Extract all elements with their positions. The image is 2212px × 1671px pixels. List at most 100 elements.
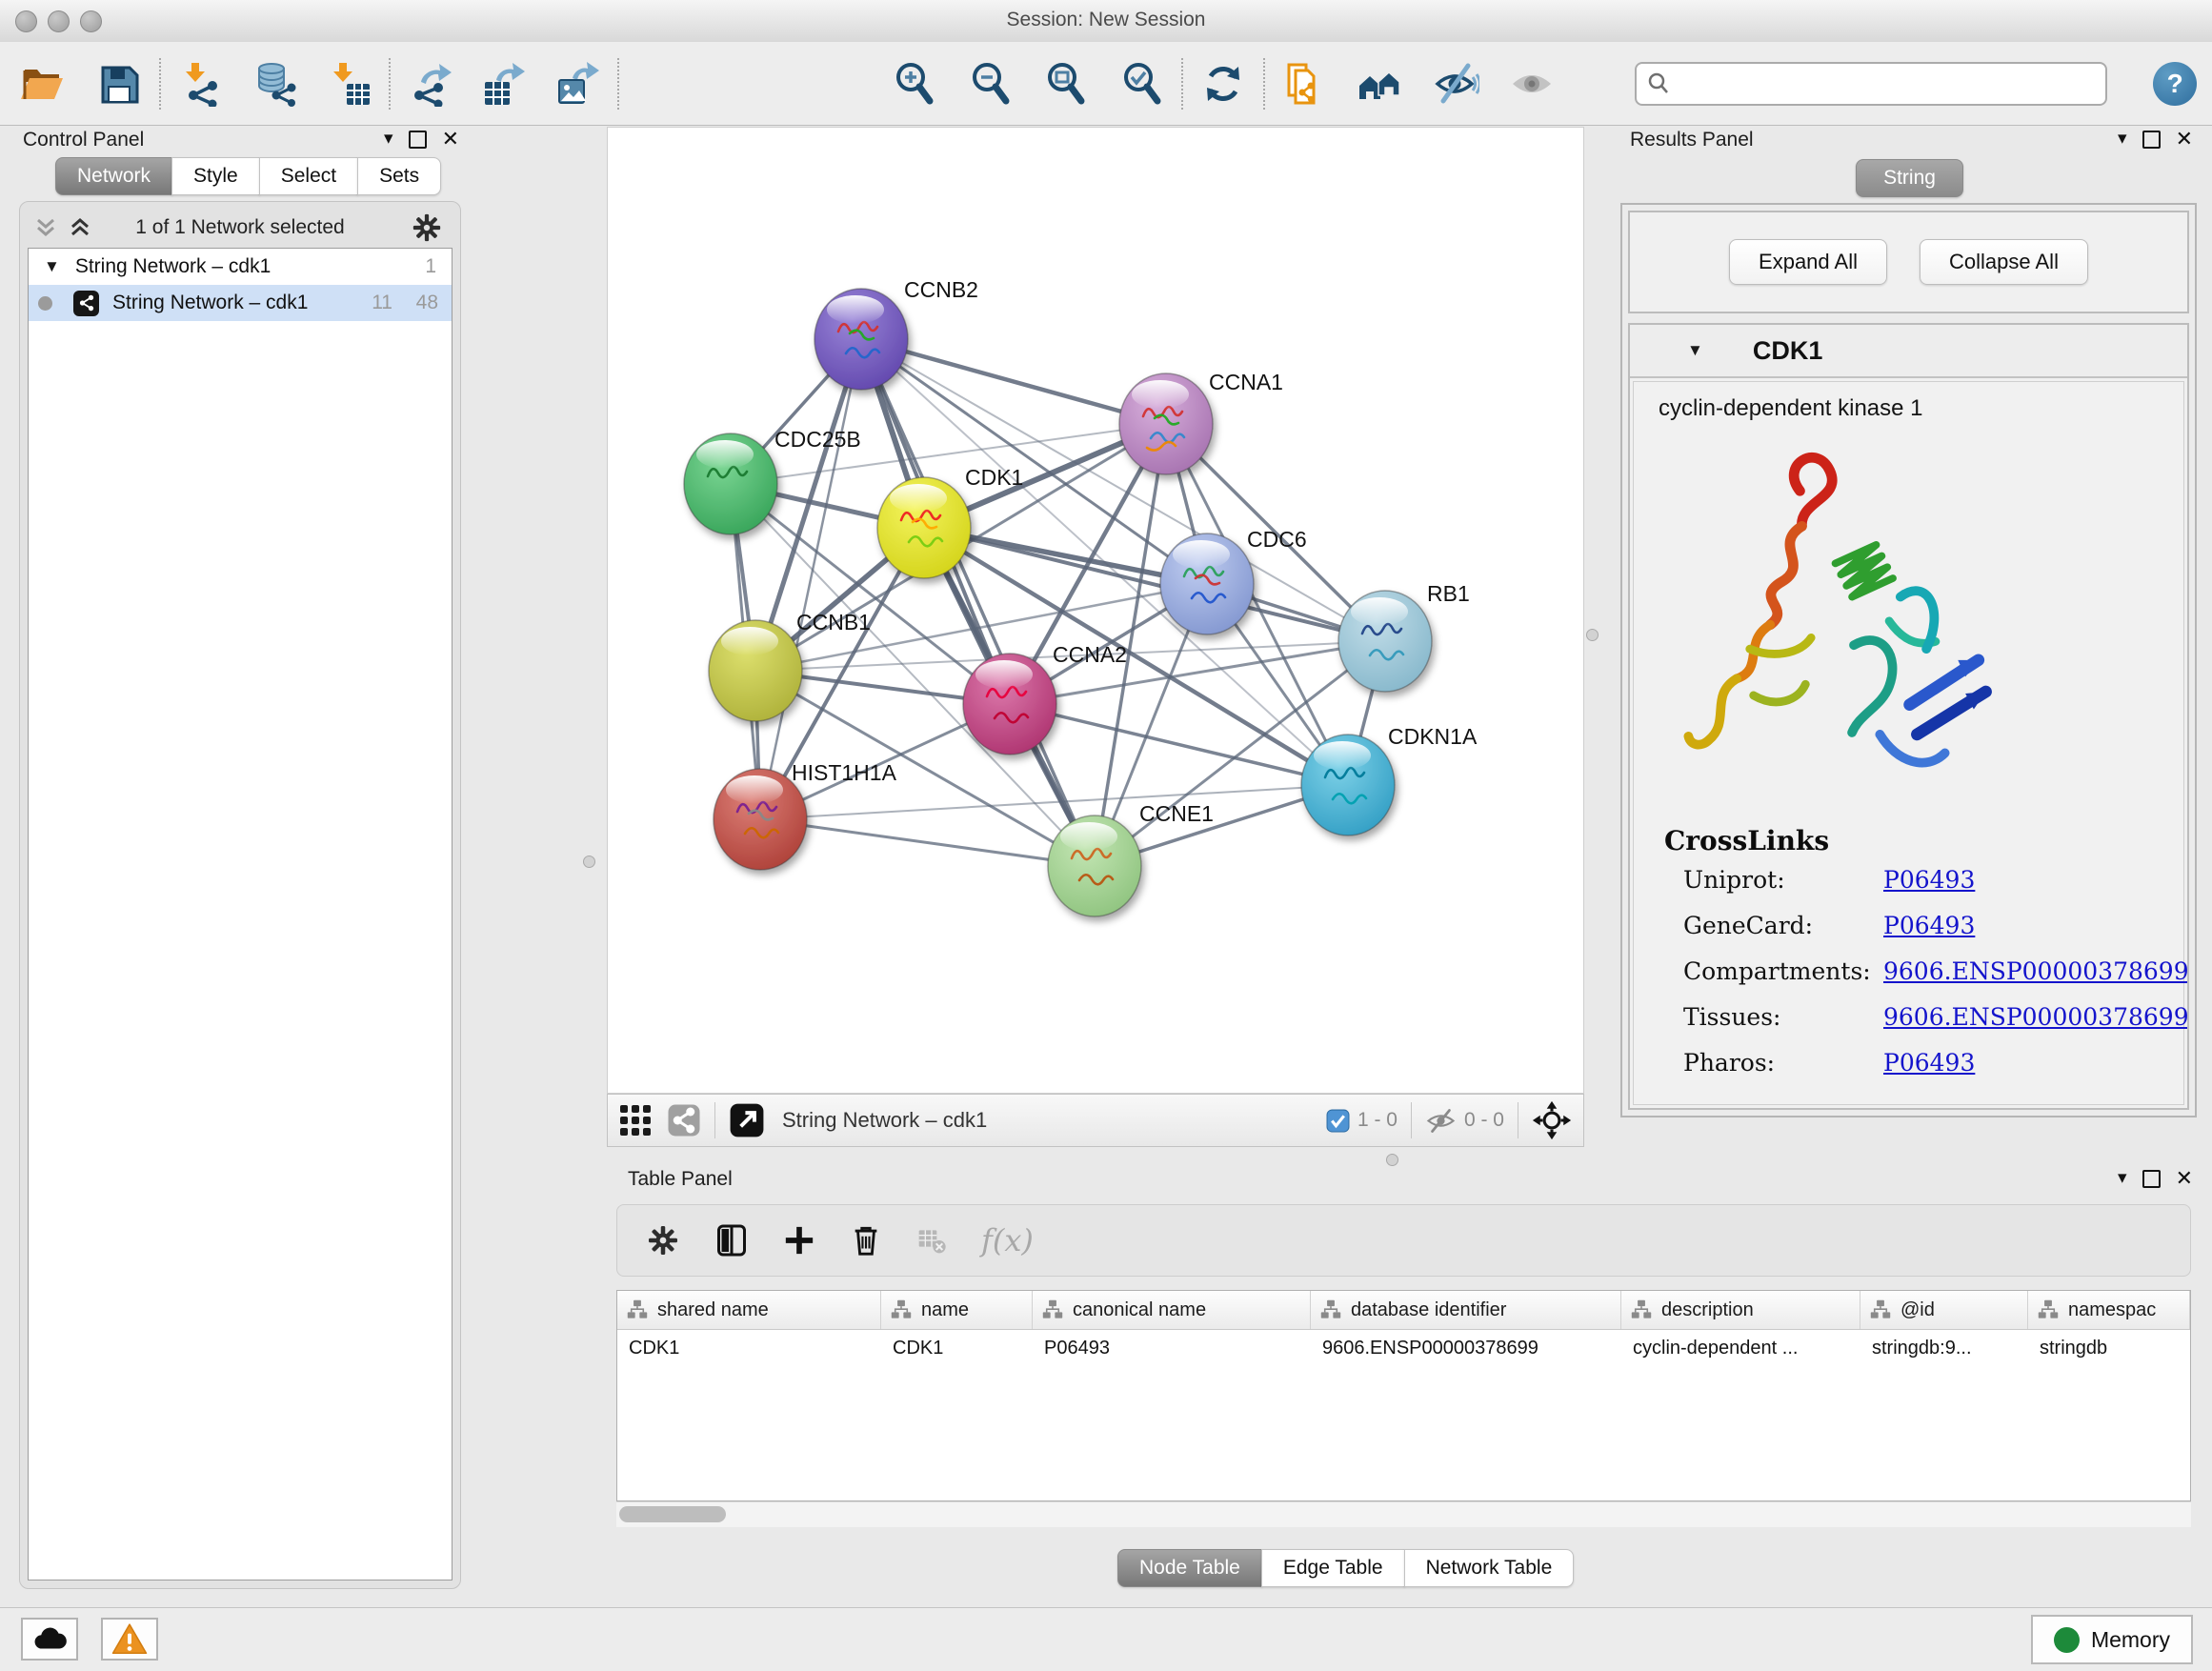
column-header-database-identifier[interactable]: database identifier — [1311, 1291, 1621, 1329]
collapse-all-button[interactable]: Collapse All — [1920, 239, 2088, 285]
add-column-button[interactable] — [783, 1224, 815, 1257]
tab-style[interactable]: Style — [171, 157, 260, 195]
table-cell[interactable]: cyclin-dependent ... — [1621, 1330, 1860, 1366]
table-cell[interactable]: P06493 — [1033, 1330, 1311, 1366]
tab-network-table[interactable]: Network Table — [1404, 1549, 1575, 1587]
crosslink-link[interactable]: P06493 — [1883, 1049, 2183, 1077]
crosslink-link[interactable]: P06493 — [1883, 912, 2183, 939]
crosslink-link[interactable]: 9606.ENSP00000378699 — [1883, 957, 2189, 985]
table-options-gear-button[interactable] — [646, 1223, 680, 1258]
network-node-CCNB1[interactable] — [709, 620, 802, 721]
network-node-CCNB2[interactable] — [814, 289, 908, 390]
collection-expand-icon[interactable]: ▼ — [44, 257, 60, 276]
network-node-CCNA2[interactable] — [963, 654, 1056, 755]
network-row-selected[interactable]: String Network – cdk1 11 48 — [29, 285, 452, 321]
network-graph[interactable]: CCNB2CCNA1CDC25BCDK1CDC6RB1CCNB1CCNA2CDK… — [608, 128, 1583, 1093]
scrollbar-thumb[interactable] — [619, 1506, 726, 1522]
table-cell[interactable]: stringdb — [2028, 1330, 2190, 1366]
network-canvas[interactable]: CCNB2CCNA1CDC25BCDK1CDC6RB1CCNB1CCNA2CDK… — [607, 127, 1584, 1094]
expand-all-button[interactable]: Expand All — [1729, 239, 1887, 285]
memory-button[interactable]: Memory — [2031, 1615, 2193, 1664]
search-input[interactable] — [1679, 71, 2096, 96]
import-table-file-button[interactable] — [322, 53, 375, 114]
horizontal-splitter-handle[interactable] — [1386, 1154, 1398, 1166]
tab-select[interactable]: Select — [259, 157, 358, 195]
warnings-button[interactable] — [101, 1618, 158, 1661]
column-header-namespac[interactable]: namespac — [2028, 1291, 2190, 1329]
network-node-RB1[interactable] — [1338, 591, 1432, 692]
table-horizontal-scrollbar[interactable] — [616, 1501, 2191, 1527]
tab-sets[interactable]: Sets — [357, 157, 441, 195]
crosslink-link[interactable]: 9606.ENSP00000378699 — [1883, 1003, 2189, 1031]
panel-menu-icon[interactable]: ▾ — [2118, 129, 2127, 150]
save-session-button[interactable] — [93, 53, 147, 114]
delete-table-button[interactable] — [916, 1225, 947, 1256]
open-file-button[interactable] — [15, 53, 69, 114]
refresh-view-button[interactable] — [1196, 53, 1250, 114]
table-cell[interactable]: CDK1 — [617, 1330, 881, 1366]
table-cell[interactable]: stringdb:9... — [1860, 1330, 2028, 1366]
clone-network-button[interactable] — [1278, 53, 1332, 114]
column-header-shared-name[interactable]: shared name — [617, 1291, 881, 1329]
panel-float-icon[interactable] — [2142, 131, 2161, 149]
hide-selected-button[interactable] — [1430, 53, 1483, 114]
panel-close-icon[interactable]: ✕ — [442, 129, 459, 150]
zoom-in-button[interactable] — [888, 53, 941, 114]
table-row[interactable]: CDK1CDK1P064939606.ENSP00000378699cyclin… — [617, 1330, 2190, 1366]
panel-menu-icon[interactable]: ▾ — [384, 129, 393, 150]
import-network-database-button[interactable] — [249, 53, 302, 114]
network-node-CDC6[interactable] — [1160, 534, 1254, 634]
export-image-button[interactable] — [552, 53, 605, 114]
network-options-gear-icon[interactable] — [411, 211, 443, 249]
column-header-name[interactable]: name — [881, 1291, 1033, 1329]
show-columns-button[interactable] — [714, 1223, 749, 1258]
help-button[interactable]: ? — [2153, 62, 2197, 106]
left-splitter-handle[interactable] — [583, 856, 595, 868]
tab-string[interactable]: String — [1856, 159, 1963, 197]
panel-close-icon[interactable]: ✕ — [2176, 1168, 2193, 1189]
grid-view-button[interactable] — [619, 1104, 652, 1137]
import-network-file-button[interactable] — [174, 53, 228, 114]
panel-float-icon[interactable] — [409, 131, 427, 149]
hidden-eye-icon[interactable] — [1425, 1105, 1457, 1137]
network-node-CCNE1[interactable] — [1048, 815, 1141, 916]
tab-network[interactable]: Network — [55, 157, 172, 195]
function-builder-button[interactable]: f(x) — [981, 1222, 1034, 1258]
network-node-CDK1[interactable] — [877, 477, 971, 578]
delete-column-button[interactable] — [850, 1224, 882, 1257]
network-node-CDC25B[interactable] — [684, 433, 777, 534]
detach-view-button[interactable] — [729, 1102, 765, 1138]
birdseye-navigator-icon[interactable] — [1532, 1100, 1572, 1140]
panel-close-icon[interactable]: ✕ — [2176, 129, 2193, 150]
table-cell[interactable]: CDK1 — [881, 1330, 1033, 1366]
home-views-button[interactable] — [1354, 53, 1407, 114]
network-edge[interactable] — [760, 819, 1095, 866]
network-edge[interactable] — [1010, 704, 1348, 785]
right-splitter-handle[interactable] — [1586, 629, 1599, 641]
panel-float-icon[interactable] — [2142, 1170, 2161, 1188]
crosslink-link[interactable]: P06493 — [1883, 866, 2183, 894]
gene-expand-icon[interactable]: ▼ — [1687, 341, 1703, 360]
network-edge[interactable] — [760, 339, 861, 819]
zoom-selected-button[interactable] — [1116, 53, 1169, 114]
network-collection-row[interactable]: ▼ String Network – cdk1 1 — [29, 249, 452, 285]
tab-node-table[interactable]: Node Table — [1117, 1549, 1262, 1587]
panel-menu-icon[interactable]: ▾ — [2118, 1168, 2127, 1189]
show-hidden-button[interactable] — [1506, 53, 1559, 114]
table-cell[interactable]: 9606.ENSP00000378699 — [1311, 1330, 1621, 1366]
selected-checkbox-icon[interactable] — [1326, 1109, 1350, 1133]
gene-section-header[interactable]: ▼ CDK1 — [1630, 325, 2187, 378]
column-header-description[interactable]: description — [1621, 1291, 1860, 1329]
export-table-button[interactable] — [477, 53, 531, 114]
network-node-CCNA1[interactable] — [1119, 373, 1213, 474]
network-edge[interactable] — [861, 339, 1095, 866]
cloud-status-button[interactable] — [21, 1618, 78, 1661]
network-node-CDKN1A[interactable] — [1301, 735, 1395, 836]
zoom-out-button[interactable] — [964, 53, 1017, 114]
export-network-button[interactable] — [404, 53, 457, 114]
fit-content-button[interactable] — [1039, 53, 1093, 114]
column-header-canonical-name[interactable]: canonical name — [1033, 1291, 1311, 1329]
network-view-button[interactable] — [667, 1103, 701, 1137]
tab-edge-table[interactable]: Edge Table — [1261, 1549, 1405, 1587]
column-header-@id[interactable]: @id — [1860, 1291, 2028, 1329]
